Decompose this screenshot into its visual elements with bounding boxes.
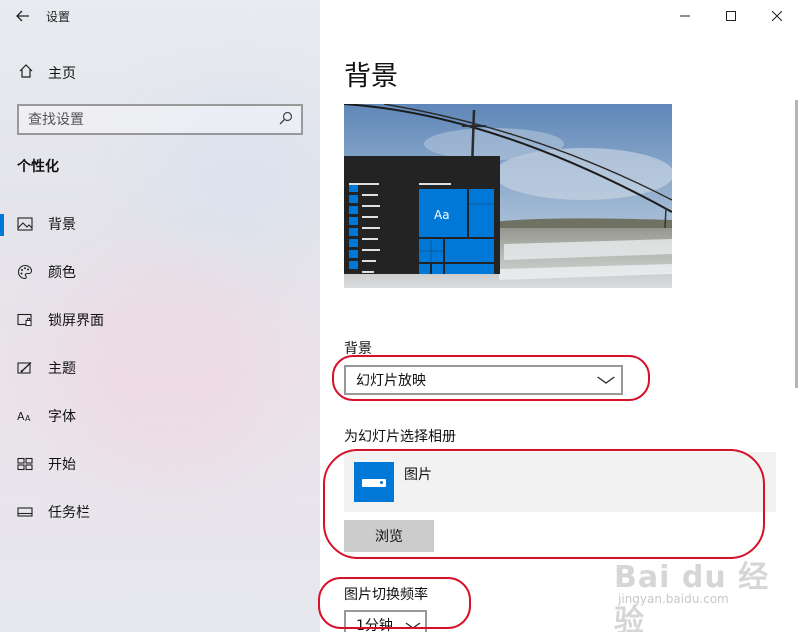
close-button[interactable] <box>754 0 800 32</box>
settings-content: 背景 Aa 背景 幻灯片放映 为幻灯片选择相册 图片 浏览 图片切换频率 1分钟 <box>320 0 800 632</box>
start-grid-icon <box>16 457 34 471</box>
frequency-value: 1分钟 <box>356 618 393 632</box>
album-item-pictures[interactable]: 图片 <box>344 452 776 512</box>
search-box[interactable] <box>17 104 303 135</box>
sidebar-item-themes[interactable]: 主题 <box>0 344 320 392</box>
background-type-label: 背景 <box>344 341 372 357</box>
home-label: 主页 <box>48 66 76 82</box>
selection-indicator <box>0 214 4 236</box>
palette-icon <box>16 264 34 280</box>
home-icon <box>17 63 35 83</box>
sidebar-item-fonts[interactable]: AA 字体 <box>0 392 320 440</box>
section-header-personalization: 个性化 <box>17 159 59 175</box>
theme-brush-icon <box>16 361 34 375</box>
background-preview: Aa <box>344 104 672 288</box>
sidebar-item-start[interactable]: 开始 <box>0 440 320 488</box>
frequency-dropdown[interactable]: 1分钟 <box>344 610 427 632</box>
minimize-button[interactable] <box>662 0 708 32</box>
sidebar-item-label: 主题 <box>48 361 76 377</box>
home-link[interactable]: 主页 <box>0 56 320 90</box>
sidebar-item-label: 锁屏界面 <box>48 313 104 329</box>
taskbar-icon <box>16 505 34 519</box>
back-button[interactable] <box>0 0 46 32</box>
window-controls <box>662 0 800 32</box>
page-title: 背景 <box>344 61 398 92</box>
font-icon: AA <box>16 409 34 423</box>
maximize-icon <box>726 11 736 21</box>
minimize-icon <box>680 15 690 17</box>
sidebar-item-label: 字体 <box>48 409 76 425</box>
sidebar-item-colors[interactable]: 颜色 <box>0 248 320 296</box>
folder-icon <box>354 462 394 502</box>
album-label: 为幻灯片选择相册 <box>344 429 456 445</box>
maximize-button[interactable] <box>708 0 754 32</box>
svg-text:A: A <box>25 414 31 423</box>
picture-icon <box>16 217 34 231</box>
sidebar-item-label: 开始 <box>48 457 76 473</box>
title-bar: 设置 <box>0 0 320 32</box>
sidebar-item-label: 任务栏 <box>48 505 90 521</box>
background-type-dropdown[interactable]: 幻灯片放映 <box>344 365 623 395</box>
settings-sidebar: 设置 主页 个性化 背景 颜色 <box>0 0 320 632</box>
sidebar-item-label: 背景 <box>48 217 76 233</box>
browse-button[interactable]: 浏览 <box>344 520 434 552</box>
sidebar-item-taskbar[interactable]: 任务栏 <box>0 488 320 536</box>
chevron-down-icon <box>405 619 422 632</box>
album-name: 图片 <box>404 467 432 483</box>
frequency-label: 图片切换频率 <box>344 587 428 603</box>
close-icon <box>772 11 782 21</box>
background-type-value: 幻灯片放映 <box>356 373 426 389</box>
svg-text:A: A <box>17 410 25 423</box>
search-input[interactable] <box>28 111 268 128</box>
sidebar-nav: 背景 颜色 锁屏界面 主题 AA 字体 开始 任务栏 <box>0 200 320 536</box>
search-icon[interactable] <box>279 111 293 129</box>
chevron-down-icon <box>596 373 616 387</box>
preview-image: Aa <box>344 104 672 288</box>
sidebar-item-lock-screen[interactable]: 锁屏界面 <box>0 296 320 344</box>
arrow-left-icon <box>16 10 29 22</box>
preview-tile-label: Aa <box>434 208 450 222</box>
sidebar-item-background[interactable]: 背景 <box>0 200 320 248</box>
app-title: 设置 <box>46 9 71 24</box>
lock-screen-icon <box>16 313 34 327</box>
scrollbar[interactable] <box>795 100 798 388</box>
sidebar-item-label: 颜色 <box>48 265 76 281</box>
